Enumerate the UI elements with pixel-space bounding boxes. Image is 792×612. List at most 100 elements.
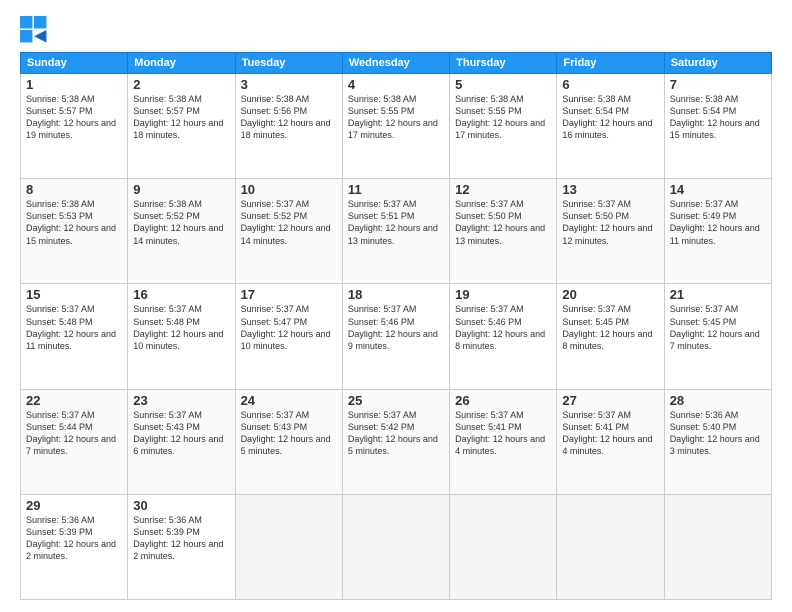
day-cell-23: 23Sunrise: 5:37 AM Sunset: 5:43 PM Dayli… — [128, 389, 235, 494]
day-number: 22 — [26, 393, 122, 408]
day-number: 4 — [348, 77, 444, 92]
day-cell-27: 27Sunrise: 5:37 AM Sunset: 5:41 PM Dayli… — [557, 389, 664, 494]
day-number: 20 — [562, 287, 658, 302]
day-info: Sunrise: 5:37 AM Sunset: 5:45 PM Dayligh… — [670, 303, 766, 352]
day-cell-14: 14Sunrise: 5:37 AM Sunset: 5:49 PM Dayli… — [664, 179, 771, 284]
weekday-header-saturday: Saturday — [664, 53, 771, 74]
day-cell-6: 6Sunrise: 5:38 AM Sunset: 5:54 PM Daylig… — [557, 74, 664, 179]
day-number: 3 — [241, 77, 337, 92]
day-cell-16: 16Sunrise: 5:37 AM Sunset: 5:48 PM Dayli… — [128, 284, 235, 389]
day-cell-empty — [557, 494, 664, 599]
day-info: Sunrise: 5:38 AM Sunset: 5:57 PM Dayligh… — [133, 93, 229, 142]
day-info: Sunrise: 5:36 AM Sunset: 5:39 PM Dayligh… — [133, 514, 229, 563]
day-number: 30 — [133, 498, 229, 513]
day-cell-10: 10Sunrise: 5:37 AM Sunset: 5:52 PM Dayli… — [235, 179, 342, 284]
logo — [20, 16, 52, 44]
day-cell-26: 26Sunrise: 5:37 AM Sunset: 5:41 PM Dayli… — [450, 389, 557, 494]
day-number: 12 — [455, 182, 551, 197]
weekday-header-tuesday: Tuesday — [235, 53, 342, 74]
day-number: 25 — [348, 393, 444, 408]
day-cell-empty — [235, 494, 342, 599]
day-info: Sunrise: 5:37 AM Sunset: 5:49 PM Dayligh… — [670, 198, 766, 247]
day-info: Sunrise: 5:37 AM Sunset: 5:50 PM Dayligh… — [455, 198, 551, 247]
calendar-table: SundayMondayTuesdayWednesdayThursdayFrid… — [20, 52, 772, 600]
day-info: Sunrise: 5:37 AM Sunset: 5:41 PM Dayligh… — [455, 409, 551, 458]
day-cell-15: 15Sunrise: 5:37 AM Sunset: 5:48 PM Dayli… — [21, 284, 128, 389]
day-info: Sunrise: 5:37 AM Sunset: 5:42 PM Dayligh… — [348, 409, 444, 458]
day-info: Sunrise: 5:36 AM Sunset: 5:40 PM Dayligh… — [670, 409, 766, 458]
day-info: Sunrise: 5:37 AM Sunset: 5:44 PM Dayligh… — [26, 409, 122, 458]
day-info: Sunrise: 5:37 AM Sunset: 5:50 PM Dayligh… — [562, 198, 658, 247]
day-number: 28 — [670, 393, 766, 408]
day-cell-empty — [342, 494, 449, 599]
calendar-header — [20, 16, 772, 44]
day-cell-empty — [450, 494, 557, 599]
day-cell-19: 19Sunrise: 5:37 AM Sunset: 5:46 PM Dayli… — [450, 284, 557, 389]
day-number: 16 — [133, 287, 229, 302]
day-number: 24 — [241, 393, 337, 408]
day-number: 8 — [26, 182, 122, 197]
week-row-3: 15Sunrise: 5:37 AM Sunset: 5:48 PM Dayli… — [21, 284, 772, 389]
weekday-header-row: SundayMondayTuesdayWednesdayThursdayFrid… — [21, 53, 772, 74]
day-info: Sunrise: 5:37 AM Sunset: 5:41 PM Dayligh… — [562, 409, 658, 458]
day-info: Sunrise: 5:37 AM Sunset: 5:52 PM Dayligh… — [241, 198, 337, 247]
day-info: Sunrise: 5:38 AM Sunset: 5:54 PM Dayligh… — [562, 93, 658, 142]
day-cell-28: 28Sunrise: 5:36 AM Sunset: 5:40 PM Dayli… — [664, 389, 771, 494]
day-number: 7 — [670, 77, 766, 92]
day-number: 10 — [241, 182, 337, 197]
week-row-4: 22Sunrise: 5:37 AM Sunset: 5:44 PM Dayli… — [21, 389, 772, 494]
day-number: 19 — [455, 287, 551, 302]
day-cell-29: 29Sunrise: 5:36 AM Sunset: 5:39 PM Dayli… — [21, 494, 128, 599]
day-cell-25: 25Sunrise: 5:37 AM Sunset: 5:42 PM Dayli… — [342, 389, 449, 494]
day-info: Sunrise: 5:38 AM Sunset: 5:53 PM Dayligh… — [26, 198, 122, 247]
day-number: 6 — [562, 77, 658, 92]
week-row-1: 1Sunrise: 5:38 AM Sunset: 5:57 PM Daylig… — [21, 74, 772, 179]
day-cell-1: 1Sunrise: 5:38 AM Sunset: 5:57 PM Daylig… — [21, 74, 128, 179]
day-info: Sunrise: 5:38 AM Sunset: 5:56 PM Dayligh… — [241, 93, 337, 142]
day-cell-5: 5Sunrise: 5:38 AM Sunset: 5:55 PM Daylig… — [450, 74, 557, 179]
week-row-5: 29Sunrise: 5:36 AM Sunset: 5:39 PM Dayli… — [21, 494, 772, 599]
day-cell-7: 7Sunrise: 5:38 AM Sunset: 5:54 PM Daylig… — [664, 74, 771, 179]
day-number: 26 — [455, 393, 551, 408]
day-cell-24: 24Sunrise: 5:37 AM Sunset: 5:43 PM Dayli… — [235, 389, 342, 494]
day-number: 17 — [241, 287, 337, 302]
day-number: 23 — [133, 393, 229, 408]
day-info: Sunrise: 5:37 AM Sunset: 5:43 PM Dayligh… — [133, 409, 229, 458]
day-cell-13: 13Sunrise: 5:37 AM Sunset: 5:50 PM Dayli… — [557, 179, 664, 284]
day-number: 14 — [670, 182, 766, 197]
day-number: 11 — [348, 182, 444, 197]
day-cell-30: 30Sunrise: 5:36 AM Sunset: 5:39 PM Dayli… — [128, 494, 235, 599]
weekday-header-monday: Monday — [128, 53, 235, 74]
day-number: 9 — [133, 182, 229, 197]
day-info: Sunrise: 5:37 AM Sunset: 5:43 PM Dayligh… — [241, 409, 337, 458]
day-number: 18 — [348, 287, 444, 302]
weekday-header-friday: Friday — [557, 53, 664, 74]
day-cell-empty — [664, 494, 771, 599]
day-info: Sunrise: 5:36 AM Sunset: 5:39 PM Dayligh… — [26, 514, 122, 563]
day-cell-17: 17Sunrise: 5:37 AM Sunset: 5:47 PM Dayli… — [235, 284, 342, 389]
day-info: Sunrise: 5:38 AM Sunset: 5:52 PM Dayligh… — [133, 198, 229, 247]
day-number: 21 — [670, 287, 766, 302]
week-row-2: 8Sunrise: 5:38 AM Sunset: 5:53 PM Daylig… — [21, 179, 772, 284]
day-number: 15 — [26, 287, 122, 302]
day-cell-2: 2Sunrise: 5:38 AM Sunset: 5:57 PM Daylig… — [128, 74, 235, 179]
day-info: Sunrise: 5:38 AM Sunset: 5:57 PM Dayligh… — [26, 93, 122, 142]
day-info: Sunrise: 5:37 AM Sunset: 5:48 PM Dayligh… — [133, 303, 229, 352]
day-cell-9: 9Sunrise: 5:38 AM Sunset: 5:52 PM Daylig… — [128, 179, 235, 284]
day-number: 27 — [562, 393, 658, 408]
day-info: Sunrise: 5:38 AM Sunset: 5:55 PM Dayligh… — [348, 93, 444, 142]
day-info: Sunrise: 5:37 AM Sunset: 5:46 PM Dayligh… — [348, 303, 444, 352]
day-number: 5 — [455, 77, 551, 92]
day-number: 29 — [26, 498, 122, 513]
weekday-header-wednesday: Wednesday — [342, 53, 449, 74]
day-number: 2 — [133, 77, 229, 92]
day-info: Sunrise: 5:37 AM Sunset: 5:46 PM Dayligh… — [455, 303, 551, 352]
day-cell-18: 18Sunrise: 5:37 AM Sunset: 5:46 PM Dayli… — [342, 284, 449, 389]
day-number: 1 — [26, 77, 122, 92]
day-cell-21: 21Sunrise: 5:37 AM Sunset: 5:45 PM Dayli… — [664, 284, 771, 389]
day-info: Sunrise: 5:37 AM Sunset: 5:48 PM Dayligh… — [26, 303, 122, 352]
day-cell-22: 22Sunrise: 5:37 AM Sunset: 5:44 PM Dayli… — [21, 389, 128, 494]
weekday-header-sunday: Sunday — [21, 53, 128, 74]
day-number: 13 — [562, 182, 658, 197]
day-info: Sunrise: 5:37 AM Sunset: 5:47 PM Dayligh… — [241, 303, 337, 352]
